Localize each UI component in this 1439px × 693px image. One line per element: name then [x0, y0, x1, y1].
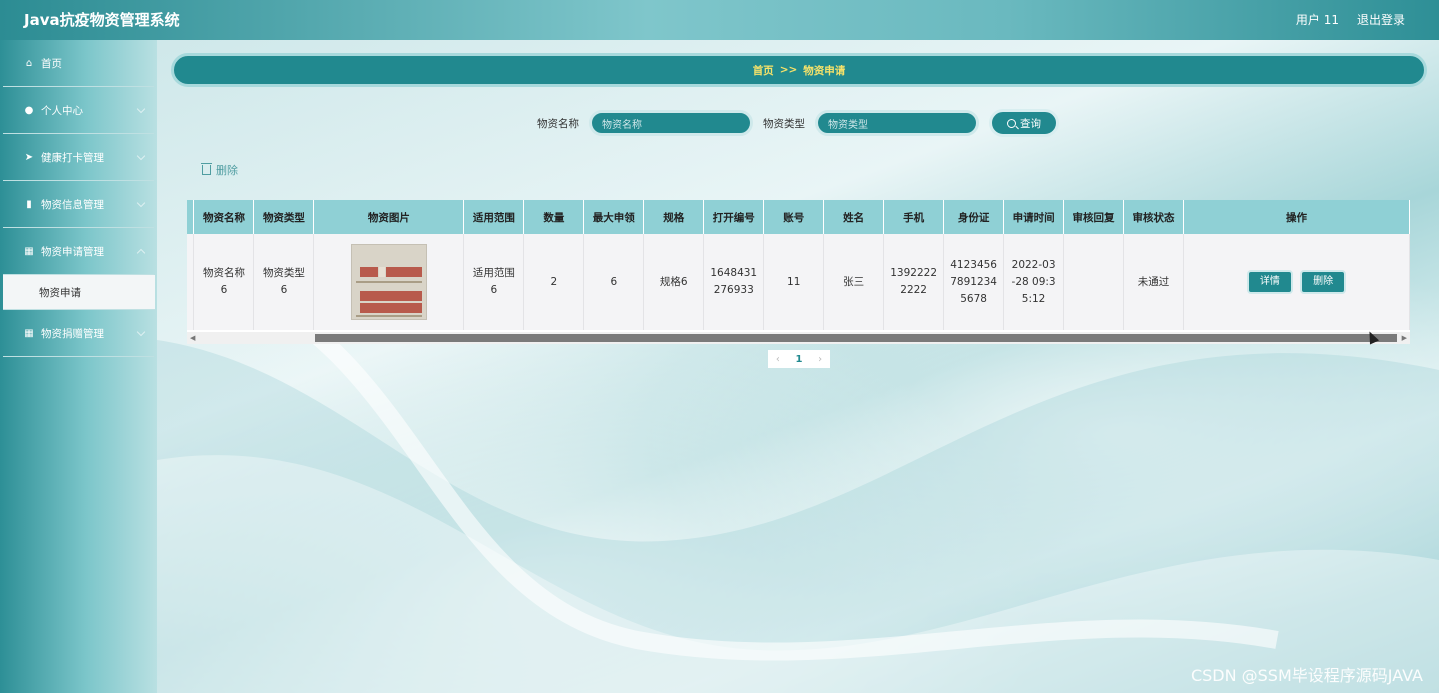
chevron-down-icon [136, 198, 146, 208]
breadcrumb: 首页 >> 物资申请 [171, 53, 1427, 87]
watermark: CSDN @SSM毕设程序源码JAVA [1190, 666, 1423, 685]
column-header: 审核状态 [1123, 200, 1184, 234]
cell-apply-time: 2022-03-28 09:35:12 [1003, 234, 1065, 330]
cell-phone: 13922222222 [883, 234, 945, 330]
detail-button[interactable]: 详情 [1246, 270, 1293, 294]
select-column-header[interactable] [187, 200, 195, 234]
cell-type: 物资类型6 [253, 234, 315, 330]
send-icon: ➤ [24, 151, 34, 163]
prev-page-button[interactable]: ‹ [776, 354, 780, 365]
type-label: 物资类型 [763, 117, 805, 130]
cell-open-number: 1648431276933 [703, 234, 765, 330]
cell-actions: 详情 删除 [1183, 234, 1410, 330]
breadcrumb-current: 物资申请 [803, 64, 846, 77]
type-search-input[interactable]: 物资类型 [815, 110, 979, 136]
sidebar-item-material-apply-mgmt[interactable]: ▦ 物资申请管理 [3, 228, 154, 275]
sidebar-item-material-info[interactable]: ▮ 物资信息管理 [3, 181, 154, 228]
data-table: 物资名称 物资类型 物资图片 适用范围 数量 最大申领 规格 打开编号 账号 姓… [187, 200, 1410, 344]
column-header: 申请时间 [1003, 200, 1065, 234]
breadcrumb-home[interactable]: 首页 [753, 63, 774, 78]
cell-account: 11 [763, 234, 825, 330]
logout-button[interactable]: 退出登录 [1357, 11, 1405, 28]
clipboard-icon: ▮ [26, 198, 32, 210]
user-area: 用户 11 退出登录 [1296, 11, 1405, 28]
batch-delete-label: 删除 [216, 164, 238, 177]
column-header: 姓名 [823, 200, 885, 234]
column-header: 物资类型 [253, 200, 315, 234]
sidebar-item-home[interactable]: ⌂ 首页 [3, 40, 154, 87]
column-header: 物资名称 [193, 200, 255, 234]
grid-icon: ▦ [24, 327, 34, 339]
column-header: 审核回复 [1063, 200, 1125, 234]
cell-scope: 适用范围6 [463, 234, 525, 330]
user-icon: ● [24, 104, 34, 116]
column-header: 规格 [643, 200, 705, 234]
chevron-up-icon [136, 248, 146, 258]
sidebar-item-health-checkin[interactable]: ➤ 健康打卡管理 [3, 134, 154, 181]
pagination: ‹ 1 › [768, 350, 830, 368]
batch-delete-button[interactable]: 删除 [201, 162, 238, 178]
cell-id-card: 412345678912345678 [943, 234, 1005, 330]
sidebar-item-label: 首页 [41, 57, 62, 70]
cell-person-name: 张三 [823, 234, 885, 330]
horizontal-scrollbar[interactable]: ◀ ▶ [187, 332, 1410, 344]
column-header: 账号 [763, 200, 825, 234]
name-search-input[interactable]: 物资名称 [589, 110, 753, 136]
material-image[interactable] [350, 244, 427, 320]
search-icon [1007, 118, 1016, 128]
sidebar-item-label: 物资捐赠管理 [41, 327, 104, 340]
sidebar-item-label: 物资申请管理 [41, 245, 104, 258]
table-row[interactable]: 物资名称6 物资类型6 适用范围6 2 6 规格6 1648431276933 … [187, 234, 1410, 330]
grid-icon: ▦ [24, 245, 34, 257]
column-header: 打开编号 [703, 200, 765, 234]
name-label: 物资名称 [537, 117, 579, 130]
sidebar-item-material-donation[interactable]: ▦ 物资捐赠管理 [3, 310, 154, 357]
scrollbar-thumb[interactable] [315, 334, 1397, 342]
column-header: 物资图片 [313, 200, 465, 234]
sidebar-item-label: 个人中心 [41, 104, 83, 117]
trash-icon [201, 163, 212, 175]
cell-name: 物资名称6 [193, 234, 255, 330]
column-header: 手机 [883, 200, 945, 234]
sidebar-item-label: 物资信息管理 [41, 198, 104, 211]
next-page-button[interactable]: › [818, 354, 822, 365]
cell-spec: 规格6 [643, 234, 705, 330]
query-button[interactable]: 查询 [989, 109, 1059, 137]
scroll-left-icon[interactable]: ◀ [190, 334, 195, 342]
sidebar-item-personal-center[interactable]: ● 个人中心 [3, 87, 154, 134]
cell-max-claim: 6 [583, 234, 645, 330]
scroll-right-icon[interactable]: ▶ [1402, 334, 1407, 342]
user-name[interactable]: 用户 11 [1296, 11, 1339, 28]
column-header: 最大申领 [583, 200, 645, 234]
query-button-label: 查询 [1020, 117, 1041, 130]
cell-quantity: 2 [523, 234, 585, 330]
cell-review-status: 未通过 [1123, 234, 1184, 330]
chevron-down-icon [136, 104, 146, 114]
sidebar-item-label: 健康打卡管理 [41, 151, 104, 164]
breadcrumb-separator: >> [779, 64, 798, 76]
column-header: 适用范围 [463, 200, 525, 234]
main-content: 首页 >> 物资申请 物资名称 物资名称 物资类型 物资类型 查询 删除 物资名… [157, 40, 1439, 693]
column-header: 操作 [1183, 200, 1410, 234]
row-select-cell[interactable] [187, 234, 195, 330]
search-bar: 物资名称 物资名称 物资类型 物资类型 查询 [157, 109, 1439, 137]
chevron-down-icon [136, 151, 146, 161]
sidebar: ⌂ 首页 ● 个人中心 ➤ 健康打卡管理 ▮ 物资信息管理 ▦ 物资申请管理 物… [0, 40, 157, 693]
app-title: Java抗疫物资管理系统 [24, 11, 180, 29]
page-number[interactable]: 1 [796, 354, 803, 365]
delete-button[interactable]: 删除 [1300, 270, 1347, 294]
sidebar-subitem-material-apply[interactable]: 物资申请 [3, 275, 155, 310]
column-header: 数量 [523, 200, 585, 234]
cell-image [313, 234, 465, 330]
chevron-down-icon [136, 327, 146, 337]
top-bar: Java抗疫物资管理系统 用户 11 退出登录 [0, 0, 1439, 40]
column-header: 身份证 [943, 200, 1005, 234]
table-header-row: 物资名称 物资类型 物资图片 适用范围 数量 最大申领 规格 打开编号 账号 姓… [187, 200, 1410, 234]
cell-review-reply [1063, 234, 1125, 330]
home-icon: ⌂ [25, 57, 33, 69]
